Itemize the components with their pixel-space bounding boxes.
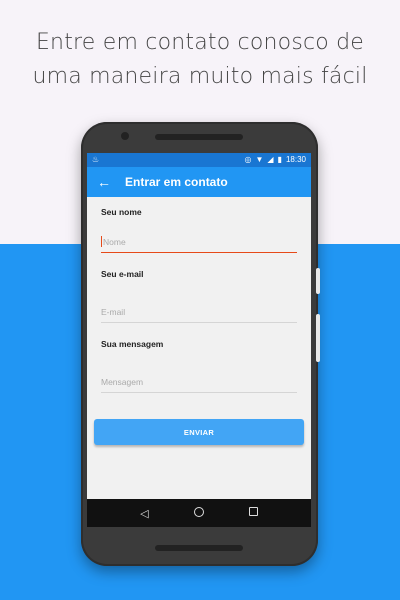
volume-button (316, 314, 320, 362)
arrow-left-icon[interactable]: ← (97, 174, 125, 190)
app-bar: ← Entrar em contato (87, 167, 311, 197)
headline-line-2: uma maneira muito mais fácil (32, 64, 368, 89)
message-label: Sua mensagem (101, 339, 164, 349)
square-icon (249, 507, 259, 516)
email-label: Seu e-mail (101, 269, 144, 279)
nav-recents-button[interactable] (244, 507, 264, 519)
status-bar: ♨ ◎ ▼ ◢ ▮ 18:30 (87, 153, 311, 167)
phone-frame: ♨ ◎ ▼ ◢ ▮ 18:30 ← Entrar em contato Seu … (81, 122, 320, 566)
earpiece-speaker (155, 134, 243, 140)
send-button[interactable]: ENVIAR (94, 419, 304, 445)
signal-icon: ◢ (267, 155, 274, 164)
message-field[interactable]: Mensagem (101, 371, 297, 393)
nav-back-icon[interactable]: ◁ (134, 507, 154, 520)
android-nav-bar: ◁ (87, 499, 311, 527)
text-cursor (101, 236, 102, 247)
status-time: 18:30 (285, 155, 306, 164)
phone-screen: ♨ ◎ ▼ ◢ ▮ 18:30 ← Entrar em contato Seu … (87, 153, 311, 527)
email-field[interactable]: E-mail (101, 301, 297, 323)
wifi-icon: ▼ (255, 155, 264, 164)
name-label: Seu nome (101, 207, 142, 217)
circle-icon (193, 506, 204, 517)
power-button (316, 268, 320, 294)
name-field[interactable]: Nome (101, 231, 297, 253)
nav-home-button[interactable] (189, 506, 209, 520)
front-camera (121, 132, 129, 140)
contact-form: Seu nome Nome Seu e-mail E-mail Sua mens… (87, 207, 311, 393)
android-icon: ♨ (92, 155, 100, 164)
promo-headline: Entre em contato conosco de uma maneira … (0, 26, 400, 94)
name-placeholder: Nome (103, 236, 126, 247)
vibrate-icon: ◎ (244, 155, 252, 164)
page-title: Entrar em contato (125, 175, 228, 189)
message-placeholder: Mensagem (101, 376, 144, 387)
headline-line-1: Entre em contato conosco de (35, 30, 365, 55)
bottom-speaker (155, 545, 243, 551)
battery-icon: ▮ (277, 155, 282, 164)
email-placeholder: E-mail (101, 306, 126, 317)
